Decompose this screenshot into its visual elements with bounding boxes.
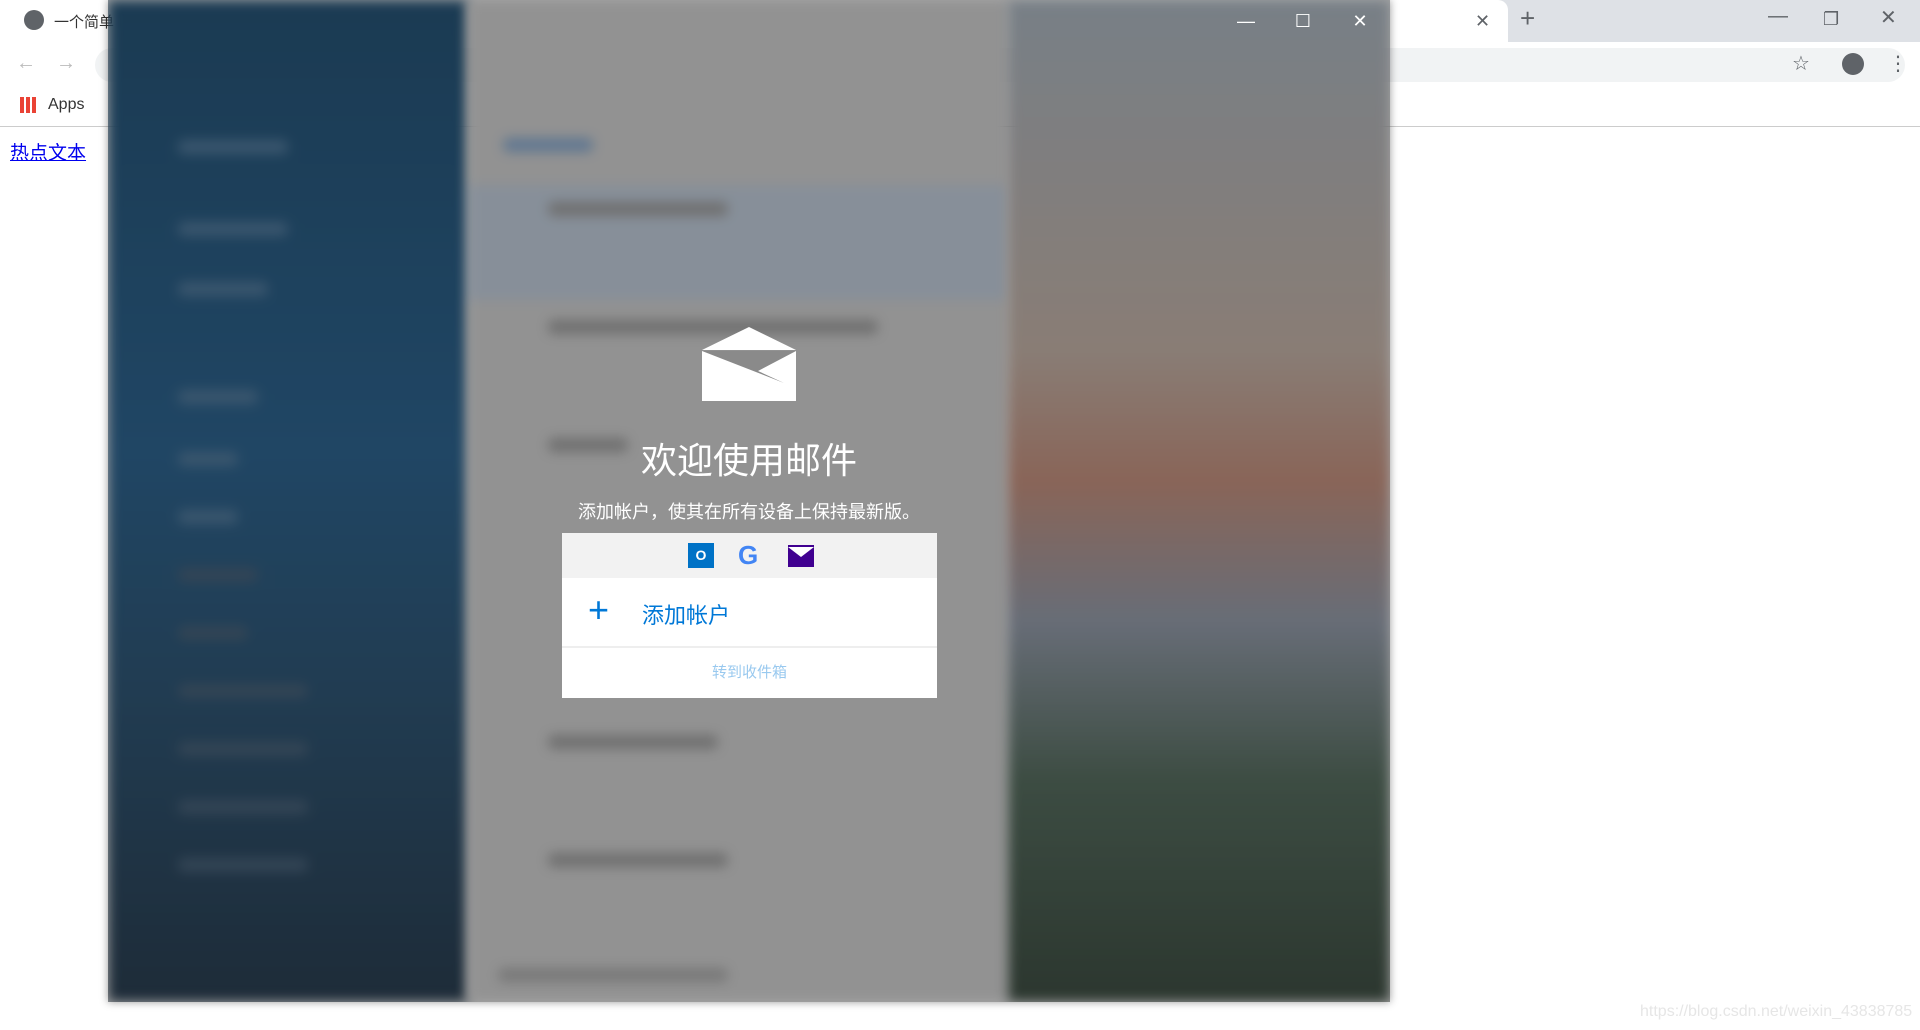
welcome-subtitle: 添加帐户，使其在所有设备上保持最新版。 bbox=[578, 502, 920, 522]
google-icon: G bbox=[738, 540, 759, 570]
provider-icons-row: O G bbox=[562, 533, 937, 578]
yahoo-mail-icon bbox=[788, 545, 814, 567]
go-to-inbox-link[interactable]: 转到收件箱 bbox=[562, 661, 937, 682]
restore-button[interactable]: ❐ bbox=[1823, 9, 1839, 29]
account-circle-icon[interactable] bbox=[1842, 53, 1864, 75]
outlook-icon: O bbox=[688, 543, 714, 568]
mail-envelope-icon bbox=[702, 327, 796, 401]
apps-bookmark[interactable]: Apps bbox=[48, 96, 84, 114]
welcome-title: 欢迎使用邮件 bbox=[640, 440, 857, 481]
add-account-button[interactable]: + 添加帐户 bbox=[562, 578, 937, 648]
mail-app-window: — ☐ ✕ 欢迎使用邮件 添加帐户，使其在所有设备上保持最新版。 O G + 添… bbox=[108, 0, 1390, 1002]
add-account-label: 添加帐户 bbox=[642, 603, 731, 628]
tab-title: 一个简单 bbox=[54, 14, 115, 31]
forward-arrow-icon[interactable]: → bbox=[56, 53, 76, 73]
minimize-button[interactable]: — bbox=[1768, 6, 1788, 26]
watermark: https://blog.csdn.net/weixin_43838785 bbox=[1640, 1003, 1913, 1020]
new-tab-button[interactable]: + bbox=[1520, 5, 1535, 31]
minimize-button[interactable]: — bbox=[1226, 8, 1266, 34]
back-arrow-icon[interactable]: ← bbox=[16, 53, 36, 73]
close-tab-icon[interactable]: ✕ bbox=[1475, 11, 1490, 31]
browser-close-button[interactable]: ✕ bbox=[1880, 8, 1897, 28]
hot-text-link[interactable]: 热点文本 bbox=[10, 138, 86, 165]
bookmark-star-icon[interactable]: ☆ bbox=[1792, 54, 1810, 74]
plus-icon: + bbox=[588, 589, 610, 630]
more-vert-icon[interactable]: ⋮ bbox=[1888, 54, 1908, 74]
add-account-panel: O G + 添加帐户 转到收件箱 bbox=[562, 533, 937, 698]
apps-grid-icon bbox=[20, 97, 36, 113]
close-button[interactable]: ✕ bbox=[1340, 8, 1380, 34]
maximize-button[interactable]: ☐ bbox=[1283, 8, 1323, 34]
globe-icon bbox=[24, 10, 44, 30]
